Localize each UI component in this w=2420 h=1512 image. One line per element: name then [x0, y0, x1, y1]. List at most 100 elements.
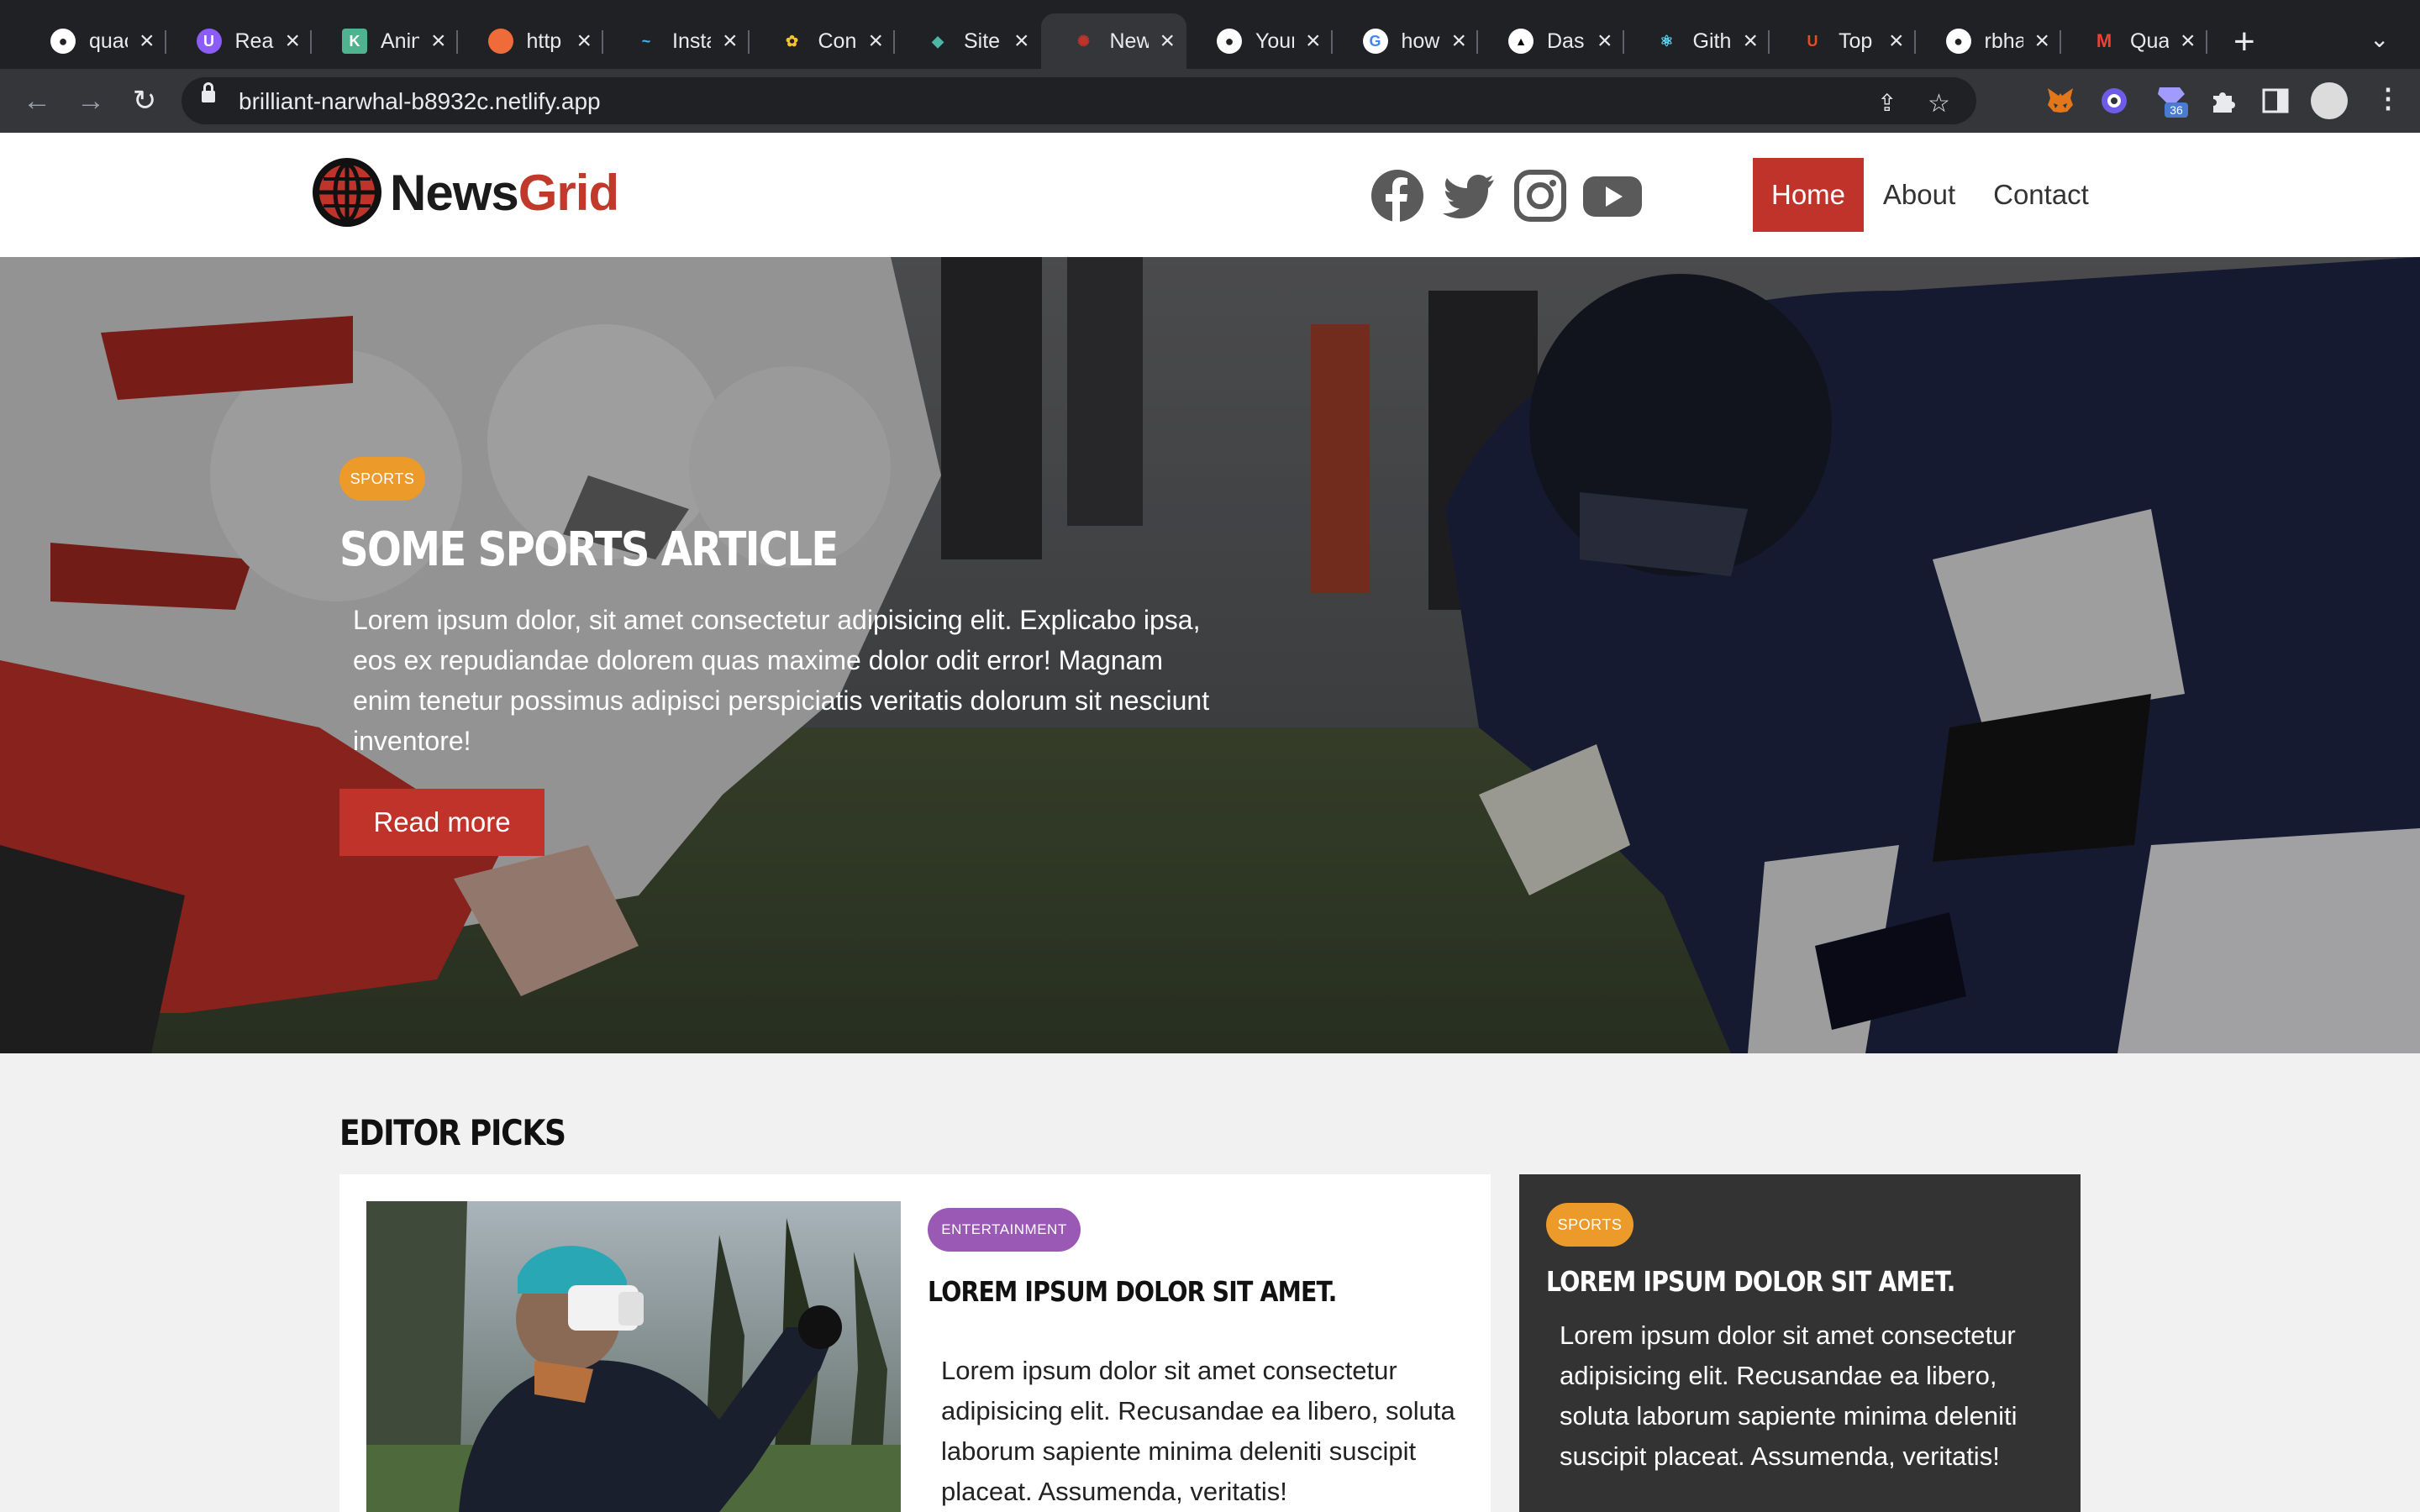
- gem-extension-icon[interactable]: 36: [2154, 84, 2188, 118]
- profile-avatar[interactable]: [2311, 82, 2348, 119]
- gmail-icon: M: [2096, 30, 2112, 51]
- lock-icon: [202, 82, 215, 102]
- browser-tab-title: rbha: [1984, 29, 2023, 53]
- brand-part-grid: Grid: [518, 164, 619, 221]
- browser-tab-title: Dash: [1547, 29, 1586, 53]
- browser-tab-strip: ● quac × U Read × K Anin × http × ~ Insta × ✿ Con × ◆ Site…: [0, 0, 2420, 69]
- address-bar[interactable]: brilliant-narwhal-b8932c.netlify.app ☆ ⇪: [182, 77, 1976, 124]
- browser-tab[interactable]: ✺ New ×: [1040, 13, 1186, 69]
- editor-pick-main-card[interactable]: Entertainment Lorem ipsum dolor sit amet…: [339, 1174, 1491, 1512]
- twitter-icon[interactable]: [1442, 168, 1497, 223]
- share-icon[interactable]: ⇪: [1877, 89, 1897, 117]
- site-header: NewsGrid Home About Contact: [0, 133, 2420, 257]
- browser-tab-title: Insta: [672, 29, 711, 53]
- nav-contact[interactable]: Contact: [1983, 158, 2099, 232]
- nav-home[interactable]: Home: [1753, 158, 1864, 232]
- browser-tab-title: New: [1109, 29, 1149, 53]
- tab-close-icon[interactable]: ×: [139, 27, 155, 55]
- browser-tab-title: Your: [1255, 29, 1294, 53]
- browser-tab[interactable]: ● Your ×: [1186, 13, 1333, 69]
- tab-close-icon[interactable]: ×: [868, 27, 883, 55]
- editor-pick-side-card[interactable]: Sports Lorem ipsum dolor sit amet. Lorem…: [1519, 1174, 2081, 1512]
- new-tab-button[interactable]: +: [2233, 24, 2255, 60]
- browser-tab[interactable]: ● quac ×: [20, 13, 166, 69]
- tab-close-icon[interactable]: ×: [2181, 27, 2196, 55]
- browser-toolbar: ← → ↻ brilliant-narwhal-b8932c.netlify.a…: [0, 69, 2420, 133]
- vr-article-image[interactable]: [366, 1201, 901, 1512]
- read-more-button[interactable]: Read more: [339, 789, 544, 856]
- hero-title: Some Sports Article: [339, 522, 839, 577]
- hero-banner: Sports Some Sports Article Lorem ipsum d…: [0, 257, 2420, 1053]
- tab-close-icon[interactable]: ×: [1014, 27, 1029, 55]
- entertainment-badge[interactable]: Entertainment: [928, 1208, 1081, 1252]
- browser-tab-title: Qua: [2130, 29, 2169, 53]
- u-icon: U: [1807, 32, 1818, 50]
- google-icon: G: [1362, 29, 1388, 54]
- youtube-icon[interactable]: [1581, 168, 1644, 223]
- tab-close-icon[interactable]: ×: [1889, 27, 1904, 55]
- extension-badge-count: 36: [2170, 103, 2183, 117]
- instagram-icon[interactable]: [1512, 168, 1568, 223]
- site-brand: NewsGrid: [390, 164, 619, 222]
- browser-tab[interactable]: Ghow ×: [1333, 13, 1478, 69]
- hero-text: Lorem ipsum dolor, sit amet consectetur …: [353, 605, 1210, 756]
- metamask-icon[interactable]: [2044, 84, 2077, 118]
- diamond-icon: ◆: [932, 32, 944, 50]
- browser-tab[interactable]: U Read ×: [166, 13, 312, 69]
- bookmark-star-icon[interactable]: ☆: [1928, 89, 1950, 118]
- browser-tab[interactable]: M Qua ×: [2061, 13, 2207, 69]
- flower-icon: ✿: [785, 32, 799, 50]
- tab-close-icon[interactable]: ×: [1451, 27, 1466, 55]
- tab-close-icon[interactable]: ×: [1597, 27, 1612, 55]
- browser-tab-title: Anin: [381, 29, 419, 53]
- tab-close-icon[interactable]: ×: [1160, 27, 1175, 55]
- k-icon: K: [342, 29, 367, 54]
- back-icon[interactable]: ←: [17, 81, 57, 121]
- browser-tab[interactable]: ● rbha ×: [1916, 13, 2061, 69]
- side-card-text: Lorem ipsum dolor sit amet consectetur a…: [1560, 1320, 2018, 1471]
- side-sports-badge[interactable]: Sports: [1546, 1203, 1634, 1247]
- forward-icon[interactable]: →: [71, 81, 111, 121]
- tab-search-icon[interactable]: ⌄: [2370, 25, 2389, 53]
- github-icon: ●: [1217, 29, 1242, 54]
- nav-about[interactable]: About: [1874, 158, 1965, 232]
- vercel-icon: ▲: [1508, 29, 1534, 54]
- tab-close-icon[interactable]: ×: [1743, 27, 1758, 55]
- bug-icon: ✺: [1076, 32, 1091, 50]
- browser-tab[interactable]: K Anin ×: [312, 13, 458, 69]
- browser-tab-title: Top: [1839, 29, 1873, 53]
- tab-close-icon[interactable]: ×: [1306, 27, 1321, 55]
- browser-tab[interactable]: ▲ Dash ×: [1478, 13, 1624, 69]
- browser-tab[interactable]: http ×: [458, 13, 603, 69]
- ublock-icon: U: [196, 29, 222, 54]
- tab-close-icon[interactable]: ×: [285, 27, 300, 55]
- side-card-title[interactable]: Lorem ipsum dolor sit amet.: [1546, 1265, 1955, 1298]
- browser-tab-title: Con: [818, 29, 857, 53]
- extensions-puzzle-icon[interactable]: [2207, 84, 2240, 118]
- site-logo[interactable]: NewsGrid: [311, 156, 619, 228]
- main-card-text: Lorem ipsum dolor sit amet consectetur a…: [941, 1356, 1455, 1506]
- browser-tab[interactable]: ◆ Site ×: [895, 13, 1041, 69]
- facebook-icon[interactable]: [1370, 168, 1425, 223]
- main-card-title[interactable]: Lorem ipsum dolor sit amet.: [928, 1275, 1337, 1308]
- browser-tab[interactable]: U Top ×: [1770, 13, 1916, 69]
- browser-tab[interactable]: ~ Insta ×: [603, 13, 750, 69]
- tab-close-icon[interactable]: ×: [2034, 27, 2049, 55]
- tab-close-icon[interactable]: ×: [431, 27, 446, 55]
- reload-icon[interactable]: ↻: [124, 81, 165, 121]
- browser-tab-title: Read: [234, 29, 274, 53]
- tailwind-icon: ~: [641, 32, 651, 50]
- tab-close-icon[interactable]: ×: [576, 27, 592, 55]
- editor-picks-heading: Editor Picks: [339, 1112, 566, 1153]
- url-text[interactable]: brilliant-narwhal-b8932c.netlify.app: [239, 88, 601, 115]
- hero-category-badge[interactable]: Sports: [339, 457, 425, 501]
- browser-tab-title: Site: [964, 29, 1001, 53]
- side-panel-icon[interactable]: [2259, 84, 2292, 118]
- browser-tab-title: quac: [89, 29, 128, 53]
- tab-separator: [2205, 30, 2207, 54]
- browser-menu-icon[interactable]: ⋮: [2375, 82, 2402, 114]
- browser-tab[interactable]: ✿ Con ×: [750, 13, 895, 69]
- browser-tab[interactable]: ⚛ Gith ×: [1624, 13, 1770, 69]
- extension-face-icon[interactable]: [2097, 84, 2131, 118]
- tab-close-icon[interactable]: ×: [723, 27, 738, 55]
